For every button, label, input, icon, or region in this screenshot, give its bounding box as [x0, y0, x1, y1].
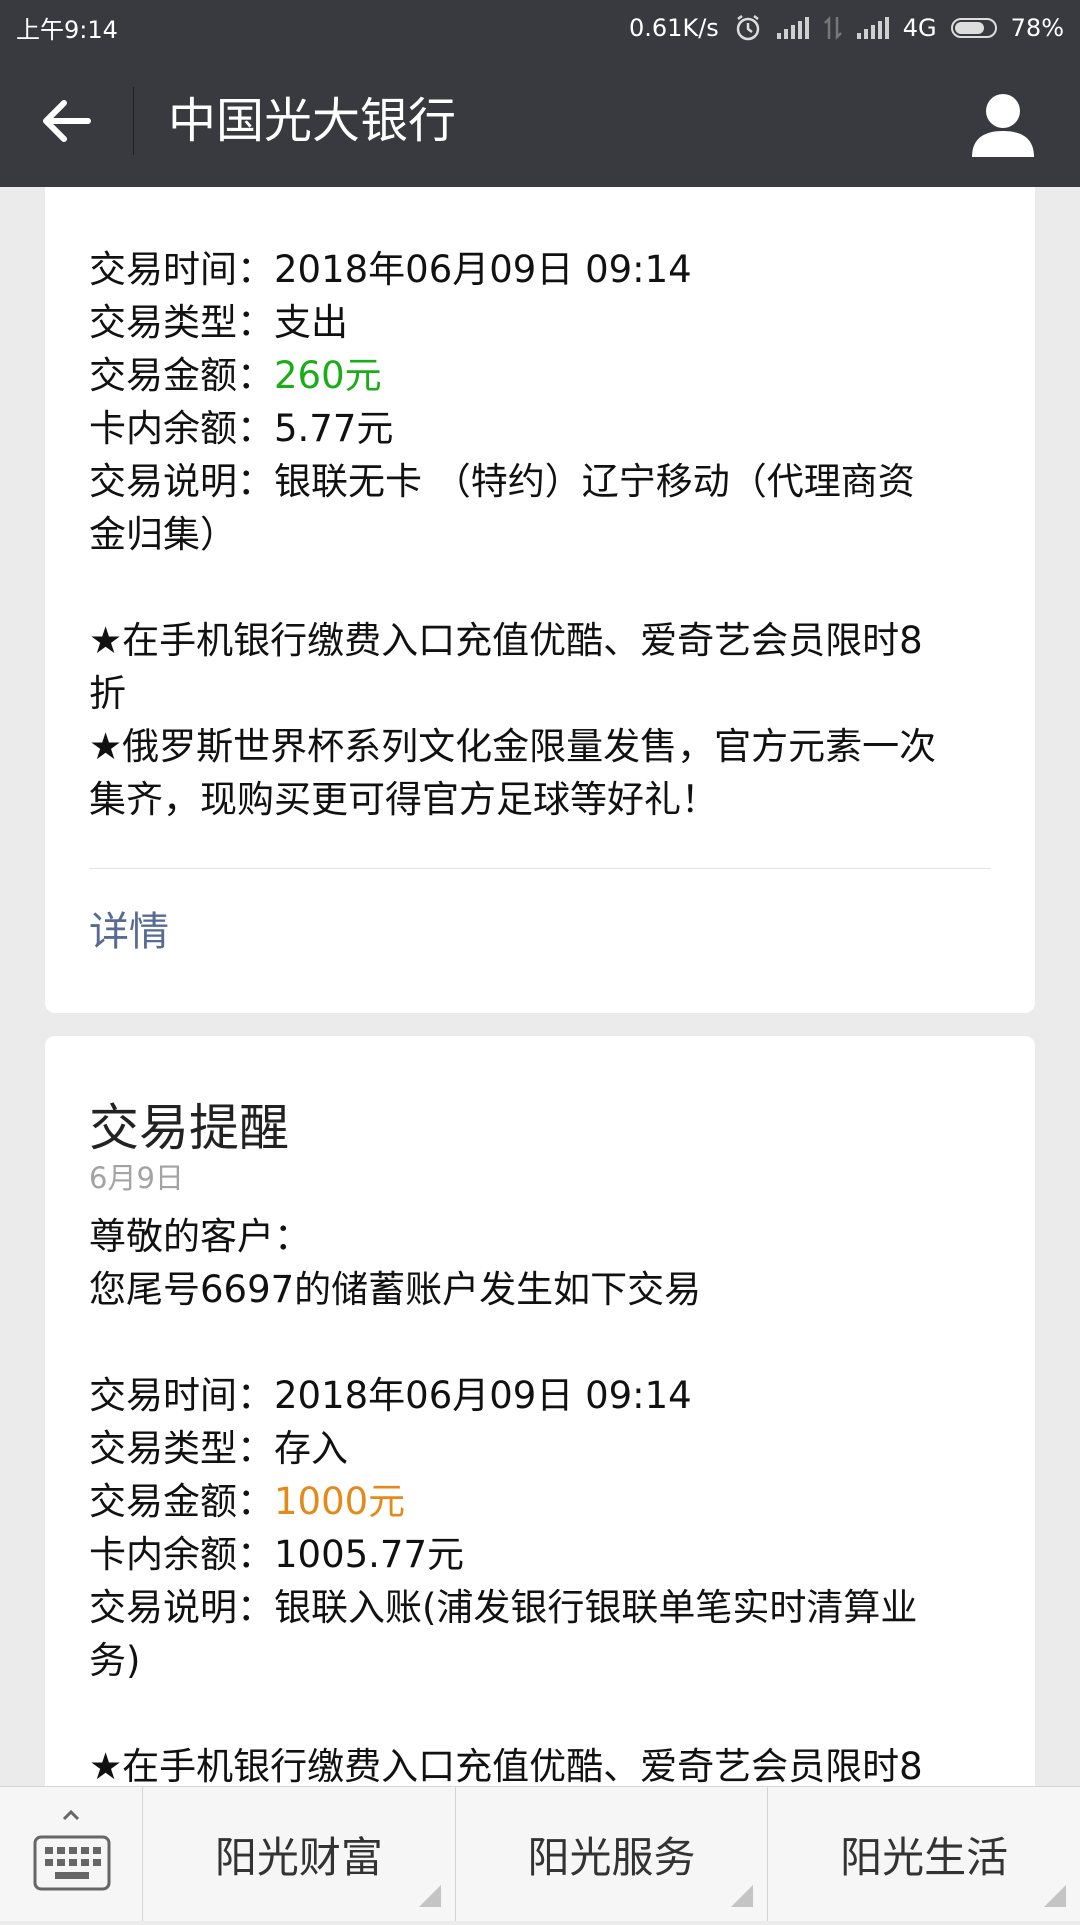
promo-text-2-cont: 集齐，现购买更可得官方足球等好礼！ — [89, 778, 718, 821]
tx-amount-value: 1000元 — [274, 1480, 406, 1523]
keyboard-icon — [33, 1809, 111, 1891]
menu-sunshine-wealth[interactable]: 阳光财富 — [143, 1787, 456, 1921]
tx-amount-value: 260元 — [274, 354, 382, 397]
menu-label: 阳光服务 — [527, 1832, 696, 1882]
battery-icon — [950, 17, 997, 38]
tx-desc-label: 交易说明： — [89, 1586, 274, 1629]
back-button[interactable] — [30, 85, 102, 157]
tx-amount-row: 交易金额：260元 — [89, 349, 991, 402]
battery-level: 78% — [1010, 13, 1064, 42]
page-title: 中国光大银行 — [168, 93, 457, 149]
tx-time-value: 2018年06月09日 09:14 — [274, 1374, 692, 1417]
tx-type-value: 存入 — [274, 1427, 348, 1470]
alarm-icon — [736, 14, 760, 40]
submenu-indicator-icon — [418, 1885, 441, 1907]
tx-amount-label: 交易金额： — [89, 1480, 274, 1523]
tx-desc-value: 银联入账(浦发银行银联单笔实时清算业 — [274, 1586, 918, 1629]
balance-label: 卡内余额： — [89, 1533, 274, 1576]
signal-icon-2 — [856, 16, 889, 39]
profile-button[interactable] — [964, 85, 1042, 163]
bottom-menu: 阳光财富 阳光服务 阳光生活 — [0, 1786, 1080, 1921]
balance-value: 1005.77元 — [274, 1533, 465, 1576]
title-divider — [133, 87, 134, 155]
tx-time-value: 2018年06月09日 09:14 — [274, 248, 692, 291]
tx-desc-continued: 务) — [89, 1639, 141, 1682]
message-card-income: 交易提醒 6月9日 尊敬的客户： 您尾号6697的储蓄账户发生如下交易 交易时间… — [45, 1036, 1035, 1796]
promo-text-1: ★在手机银行缴费入口充值优酷、爱奇艺会员限时8 — [89, 619, 923, 662]
tx-time-row: 交易时间：2018年06月09日 09:14 — [89, 1369, 991, 1422]
tx-desc-label: 交易说明： — [89, 460, 274, 503]
balance-value: 5.77元 — [274, 407, 394, 450]
menu-sunshine-service[interactable]: 阳光服务 — [456, 1787, 769, 1921]
status-bar: 上午9:14 0.61K/s 4G 78% — [0, 0, 1080, 55]
status-time: 上午9:14 — [16, 16, 118, 44]
details-link[interactable]: 详情 — [89, 899, 991, 957]
tx-type-label: 交易类型： — [89, 1427, 274, 1470]
tx-type-row: 交易类型：支出 — [89, 296, 991, 349]
tx-time-label: 交易时间： — [89, 1374, 274, 1417]
message-card-expense: 交易时间：2018年06月09日 09:14 交易类型：支出 交易金额：260元… — [45, 187, 1035, 1013]
data-transfer-icon — [823, 15, 842, 40]
tx-amount-label: 交易金额： — [89, 354, 274, 397]
tx-desc-value: 银联无卡 （特约）辽宁移动（代理商资 — [274, 460, 915, 503]
network-type: 4G — [902, 13, 937, 42]
balance-label: 卡内余额： — [89, 407, 274, 450]
tx-amount-row: 交易金额：1000元 — [89, 1475, 991, 1528]
promo-text-2: ★俄罗斯世界杯系列文化金限量发售，官方元素一次 — [89, 725, 937, 768]
signal-icon — [776, 16, 809, 39]
tx-type-value: 支出 — [274, 301, 348, 344]
net-speed: 0.61K/s — [629, 13, 719, 42]
menu-label: 阳光生活 — [840, 1832, 1009, 1882]
person-icon — [972, 94, 1034, 157]
balance-row: 卡内余额：1005.77元 — [89, 1528, 991, 1581]
tx-time-row: 交易时间：2018年06月09日 09:14 — [89, 243, 991, 296]
card-title: 交易提醒 — [89, 1099, 289, 1157]
card-date: 6月9日 — [89, 1161, 184, 1195]
tx-type-label: 交易类型： — [89, 301, 274, 344]
promo-text-1-cont: 折 — [89, 672, 126, 715]
tx-desc-continued: 金归集） — [89, 513, 237, 556]
menu-sunshine-life[interactable]: 阳光生活 — [768, 1787, 1080, 1921]
tx-desc-row: 交易说明：银联入账(浦发银行银联单笔实时清算业 — [89, 1581, 991, 1634]
balance-row: 卡内余额：5.77元 — [89, 402, 991, 455]
submenu-indicator-icon — [731, 1885, 754, 1907]
tx-desc-row: 交易说明：银联无卡 （特约）辽宁移动（代理商资 — [89, 455, 991, 508]
submenu-indicator-icon — [1044, 1885, 1067, 1907]
greeting: 尊敬的客户： — [89, 1215, 311, 1258]
tx-time-label: 交易时间： — [89, 248, 274, 291]
tx-type-row: 交易类型：存入 — [89, 1422, 991, 1475]
title-bar: 中国光大银行 — [0, 55, 1080, 187]
menu-label: 阳光财富 — [214, 1832, 383, 1882]
keyboard-toggle-button[interactable] — [0, 1787, 143, 1921]
status-indicators: 0.61K/s 4G 78% — [629, 13, 1064, 43]
back-arrow-icon — [43, 100, 91, 142]
account-intro: 您尾号6697的储蓄账户发生如下交易 — [89, 1268, 702, 1311]
